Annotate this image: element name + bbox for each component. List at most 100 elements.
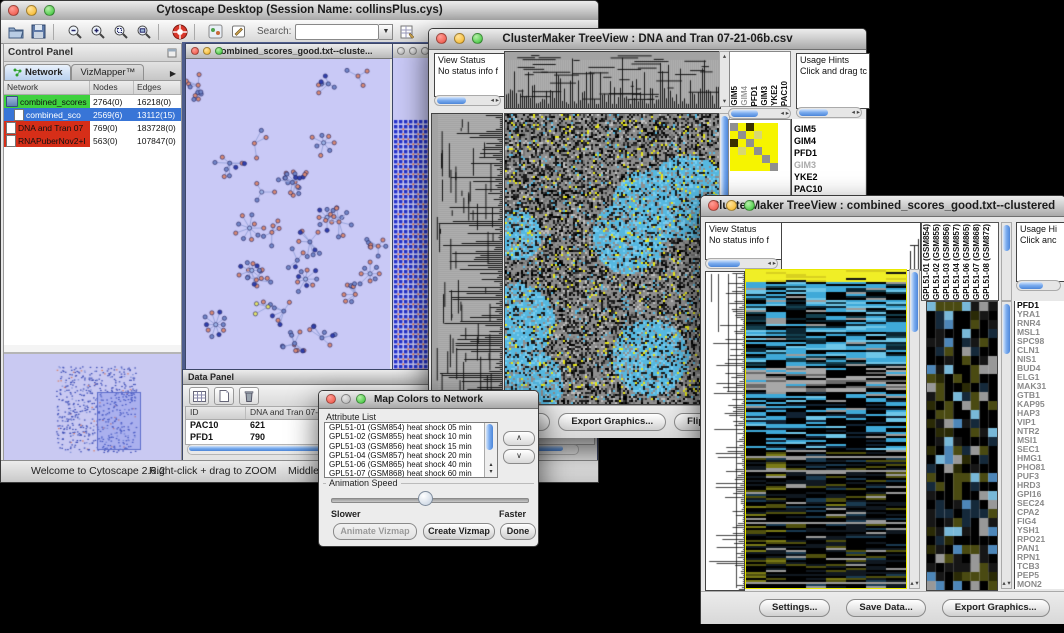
- column-label[interactable]: GPL51-08 (GSM872): [982, 224, 992, 300]
- heatmap-cell[interactable]: [754, 131, 762, 139]
- heatmap-cell[interactable]: [770, 155, 778, 163]
- heatmap-cell[interactable]: [762, 155, 770, 163]
- hints-scrollbar[interactable]: [1016, 280, 1061, 291]
- zoom-out-icon[interactable]: [66, 23, 83, 40]
- dialog-titlebar[interactable]: Map Colors to Network: [319, 391, 538, 409]
- save-data-button[interactable]: Save Data...: [846, 599, 925, 617]
- zoom-button[interactable]: [744, 200, 755, 211]
- attribute-list-scrollbar[interactable]: ▴▾: [484, 423, 497, 477]
- export-graphics-button[interactable]: Export Graphics...: [942, 599, 1050, 617]
- gene-label[interactable]: PAC10: [792, 183, 865, 195]
- heatmap-cell[interactable]: [754, 123, 762, 131]
- new-attribute-icon[interactable]: [214, 387, 234, 405]
- heatmap-cell[interactable]: [738, 123, 746, 131]
- select-attributes-icon[interactable]: [189, 387, 209, 405]
- network-name-cell[interactable]: RNAPuberNov2+I: [4, 134, 90, 147]
- search-dropdown-button[interactable]: ▼: [379, 24, 393, 40]
- network-frame-titlebar[interactable]: combined_scores_good.txt--cluste...: [186, 44, 392, 59]
- float-panel-icon[interactable]: [167, 48, 177, 58]
- minimize-button[interactable]: [454, 33, 465, 44]
- attribute-item[interactable]: GPL51-04 (GSM857) heat shock 20 min: [327, 451, 497, 460]
- heatmap-cell[interactable]: [738, 163, 746, 171]
- attribute-item[interactable]: GPL51-07 (GSM868) heat shock 60 min: [327, 469, 497, 478]
- heatmap-cell[interactable]: [746, 139, 754, 147]
- heatmap-cell[interactable]: [738, 147, 746, 155]
- gene-label[interactable]: PFD1: [792, 147, 865, 159]
- heatmap-cell[interactable]: [770, 131, 778, 139]
- heatmap-cell[interactable]: [770, 163, 778, 171]
- heatmap-cell[interactable]: [746, 123, 754, 131]
- heatmap-cell[interactable]: [762, 123, 770, 131]
- heatmap-cell[interactable]: [746, 147, 754, 155]
- zoom-heatmap-canvas[interactable]: [926, 301, 998, 591]
- heatmap-cell[interactable]: [770, 147, 778, 155]
- heatmap-cell[interactable]: [762, 147, 770, 155]
- plugin-manager-icon[interactable]: [207, 23, 224, 40]
- attribute-list[interactable]: GPL51-01 (GSM854) heat shock 05 min GPL51…: [324, 422, 498, 478]
- minimize-button[interactable]: [409, 47, 417, 55]
- network-name-cell[interactable]: DNA and Tran 07: [4, 121, 90, 134]
- column-label[interactable]: GIM4: [740, 86, 750, 106]
- column-label[interactable]: GPL51-01 (GSM854): [922, 224, 932, 300]
- heatmap-cell[interactable]: [730, 131, 738, 139]
- tab-overflow-button[interactable]: ▶: [165, 67, 181, 80]
- gene-label[interactable]: GIM3: [792, 159, 865, 171]
- zoom-in-icon[interactable]: [89, 23, 106, 40]
- network-name-cell[interactable]: combined_scores: [4, 95, 90, 108]
- heatmap-cell[interactable]: [746, 163, 754, 171]
- col-network[interactable]: Network: [4, 81, 90, 94]
- col-nodes[interactable]: Nodes: [90, 81, 134, 94]
- close-button[interactable]: [436, 33, 447, 44]
- attribute-item[interactable]: GPL51-03 (GSM856) heat shock 15 min: [327, 442, 497, 451]
- heatmap-cell[interactable]: [754, 139, 762, 147]
- column-label[interactable]: GPL51-06 (GSM865): [962, 224, 972, 300]
- column-label[interactable]: GPL51-07 (GSM868): [972, 224, 982, 300]
- zoom-button[interactable]: [44, 5, 55, 16]
- zoom-selected-icon[interactable]: [112, 23, 129, 40]
- network-tree-row[interactable]: DNA and Tran 07769(0)183728(0): [4, 121, 181, 134]
- heatmap-cell[interactable]: [770, 123, 778, 131]
- export-graphics-button[interactable]: Export Graphics...: [558, 413, 666, 431]
- row-dendrogram-canvas[interactable]: [431, 113, 503, 405]
- col-edges[interactable]: Edges: [134, 81, 181, 94]
- main-heatmap-canvas[interactable]: [504, 113, 721, 405]
- birds-eye-canvas[interactable]: [4, 354, 181, 458]
- gene-label[interactable]: GIM5: [792, 123, 865, 135]
- tab-vizmapper[interactable]: VizMapper™: [71, 64, 144, 80]
- annotation-icon[interactable]: [230, 23, 247, 40]
- column-label[interactable]: GPL51-02 (GSM855): [932, 224, 942, 300]
- close-button[interactable]: [191, 47, 199, 55]
- heatmap-cell[interactable]: [730, 155, 738, 163]
- minimize-button[interactable]: [26, 5, 37, 16]
- network-view-canvas[interactable]: [186, 59, 390, 369]
- heatmap-cell[interactable]: [754, 163, 762, 171]
- row-dendrogram-canvas[interactable]: [705, 271, 745, 591]
- gene-label[interactable]: YKE2: [792, 171, 865, 183]
- column-label[interactable]: PAC10: [780, 81, 790, 106]
- close-button[interactable]: [397, 47, 405, 55]
- attribute-item[interactable]: GPL51-01 (GSM854) heat shock 05 min: [327, 423, 497, 432]
- done-button[interactable]: Done: [500, 523, 536, 540]
- network-name-cell[interactable]: combined_sco: [4, 108, 90, 121]
- close-button[interactable]: [326, 394, 336, 404]
- heatmap-cell[interactable]: [762, 131, 770, 139]
- heatmap-cell[interactable]: [762, 139, 770, 147]
- tab-network[interactable]: Network: [4, 64, 71, 80]
- move-down-button[interactable]: ∨: [503, 449, 535, 464]
- move-up-button[interactable]: ∧: [503, 431, 535, 446]
- heatmap-cell[interactable]: [746, 155, 754, 163]
- status-scrollbar[interactable]: ◂ ▸: [434, 95, 501, 106]
- attribute-browser-icon[interactable]: [399, 23, 416, 40]
- network-view-frame[interactable]: combined_scores_good.txt--cluste...: [185, 43, 393, 371]
- heatmap-cell[interactable]: [754, 155, 762, 163]
- settings-button[interactable]: Settings...: [759, 599, 830, 617]
- network-tree-row[interactable]: combined_scores2764(0)16218(0): [4, 95, 181, 108]
- column-dendrogram-canvas[interactable]: [781, 222, 921, 271]
- close-button[interactable]: [708, 200, 719, 211]
- create-vizmap-button[interactable]: Create Vizmap: [423, 523, 495, 540]
- status-scrollbar[interactable]: ◂ ▸: [705, 258, 778, 269]
- close-button[interactable]: [8, 5, 19, 16]
- heatmap-cell[interactable]: [738, 131, 746, 139]
- zoom-fit-icon[interactable]: [135, 23, 152, 40]
- col-id[interactable]: ID: [186, 407, 246, 419]
